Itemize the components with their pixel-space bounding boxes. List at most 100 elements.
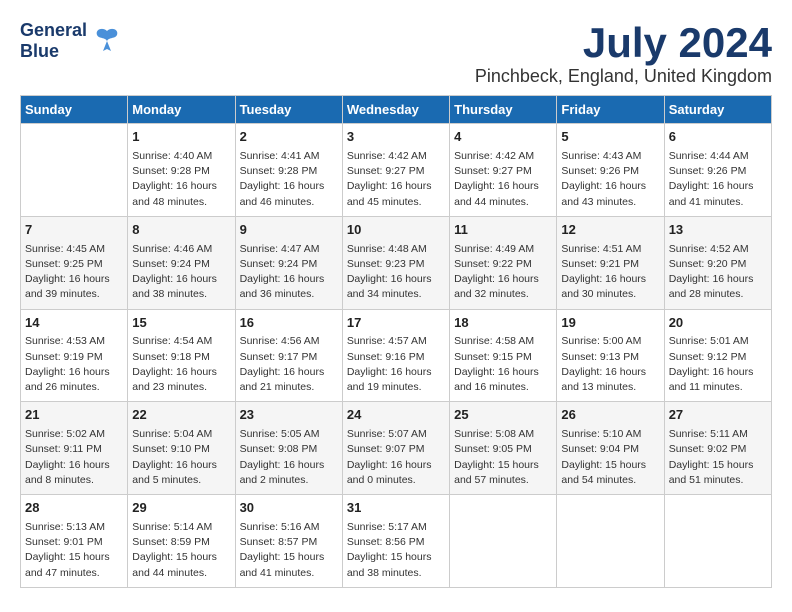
calendar-cell: 1Sunrise: 4:40 AM Sunset: 9:28 PM Daylig… xyxy=(128,124,235,217)
calendar-cell: 15Sunrise: 4:54 AM Sunset: 9:18 PM Dayli… xyxy=(128,309,235,402)
day-number: 8 xyxy=(132,221,230,240)
calendar-cell: 22 Sunrise: 5:04 AM Sunset: 9:10 PM Dayli… xyxy=(128,402,235,495)
cell-daylight-info: Sunrise: 5:07 AM Sunset: 9:07 PM Dayligh… xyxy=(347,427,445,488)
logo-bird-icon xyxy=(89,23,125,59)
day-number: 16 xyxy=(240,314,338,333)
day-number: 28 xyxy=(25,499,123,518)
calendar-cell xyxy=(450,495,557,588)
calendar-cell: 24 Sunrise: 5:07 AM Sunset: 9:07 PM Dayli… xyxy=(342,402,449,495)
day-number: 4 xyxy=(454,128,552,147)
header-cell-monday: Monday xyxy=(128,96,235,124)
cell-daylight-info: Sunrise: 5:02 AM Sunset: 9:11 PM Dayligh… xyxy=(25,427,123,488)
cell-daylight-info: Sunrise: 5:08 AM Sunset: 9:05 PM Dayligh… xyxy=(454,427,552,488)
day-number: 5 xyxy=(561,128,659,147)
cell-daylight-info: Sunrise: 5:04 AM Sunset: 9:10 PM Dayligh… xyxy=(132,427,230,488)
cell-daylight-info: Sunrise: 4:51 AM Sunset: 9:21 PM Dayligh… xyxy=(561,242,659,303)
cell-daylight-info: Sunrise: 4:40 AM Sunset: 9:28 PM Dayligh… xyxy=(132,149,230,210)
calendar-cell: 4Sunrise: 4:42 AM Sunset: 9:27 PM Daylig… xyxy=(450,124,557,217)
day-number: 3 xyxy=(347,128,445,147)
day-number: 15 xyxy=(132,314,230,333)
cell-daylight-info: Sunrise: 5:05 AM Sunset: 9:08 PM Dayligh… xyxy=(240,427,338,488)
day-number: 29 xyxy=(132,499,230,518)
calendar-cell: 6 Sunrise: 4:44 AM Sunset: 9:26 PM Daylig… xyxy=(664,124,771,217)
day-number: 31 xyxy=(347,499,445,518)
calendar-cell: 9Sunrise: 4:47 AM Sunset: 9:24 PM Daylig… xyxy=(235,216,342,309)
calendar-cell: 26 Sunrise: 5:10 AM Sunset: 9:04 PM Dayli… xyxy=(557,402,664,495)
day-number: 7 xyxy=(25,221,123,240)
calendar-cell: 25 Sunrise: 5:08 AM Sunset: 9:05 PM Dayli… xyxy=(450,402,557,495)
day-number: 25 xyxy=(454,406,552,425)
day-number: 10 xyxy=(347,221,445,240)
calendar-cell: 5 Sunrise: 4:43 AM Sunset: 9:26 PM Daylig… xyxy=(557,124,664,217)
day-number: 11 xyxy=(454,221,552,240)
calendar-cell: 21 Sunrise: 5:02 AM Sunset: 9:11 PM Dayli… xyxy=(21,402,128,495)
subtitle: Pinchbeck, England, United Kingdom xyxy=(475,66,772,87)
day-number: 20 xyxy=(669,314,767,333)
calendar-cell: 13 Sunrise: 4:52 AM Sunset: 9:20 PM Dayli… xyxy=(664,216,771,309)
day-number: 2 xyxy=(240,128,338,147)
day-number: 24 xyxy=(347,406,445,425)
calendar-cell: 17Sunrise: 4:57 AM Sunset: 9:16 PM Dayli… xyxy=(342,309,449,402)
day-number: 30 xyxy=(240,499,338,518)
calendar-cell: 14Sunrise: 4:53 AM Sunset: 9:19 PM Dayli… xyxy=(21,309,128,402)
cell-daylight-info: Sunrise: 4:42 AM Sunset: 9:27 PM Dayligh… xyxy=(347,149,445,210)
day-number: 6 xyxy=(669,128,767,147)
day-number: 19 xyxy=(561,314,659,333)
calendar-cell: 29 Sunrise: 5:14 AM Sunset: 8:59 PM Dayli… xyxy=(128,495,235,588)
cell-daylight-info: Sunrise: 5:10 AM Sunset: 9:04 PM Dayligh… xyxy=(561,427,659,488)
day-number: 13 xyxy=(669,221,767,240)
title-block: July 2024 Pinchbeck, England, United Kin… xyxy=(475,20,772,87)
day-number: 14 xyxy=(25,314,123,333)
calendar-table: SundayMondayTuesdayWednesdayThursdayFrid… xyxy=(20,95,772,588)
logo: GeneralBlue xyxy=(20,20,125,61)
calendar-cell: 8Sunrise: 4:46 AM Sunset: 9:24 PM Daylig… xyxy=(128,216,235,309)
calendar-cell: 19Sunrise: 5:00 AM Sunset: 9:13 PM Dayli… xyxy=(557,309,664,402)
calendar-cell xyxy=(664,495,771,588)
cell-daylight-info: Sunrise: 4:48 AM Sunset: 9:23 PM Dayligh… xyxy=(347,242,445,303)
cell-daylight-info: Sunrise: 4:44 AM Sunset: 9:26 PM Dayligh… xyxy=(669,149,767,210)
day-number: 23 xyxy=(240,406,338,425)
day-number: 17 xyxy=(347,314,445,333)
cell-daylight-info: Sunrise: 4:54 AM Sunset: 9:18 PM Dayligh… xyxy=(132,334,230,395)
calendar-cell xyxy=(557,495,664,588)
cell-daylight-info: Sunrise: 4:43 AM Sunset: 9:26 PM Dayligh… xyxy=(561,149,659,210)
calendar-cell: 7Sunrise: 4:45 AM Sunset: 9:25 PM Daylig… xyxy=(21,216,128,309)
header-row: SundayMondayTuesdayWednesdayThursdayFrid… xyxy=(21,96,772,124)
day-number: 27 xyxy=(669,406,767,425)
day-number: 22 xyxy=(132,406,230,425)
cell-daylight-info: Sunrise: 5:13 AM Sunset: 9:01 PM Dayligh… xyxy=(25,520,123,581)
week-row-2: 7Sunrise: 4:45 AM Sunset: 9:25 PM Daylig… xyxy=(21,216,772,309)
header: GeneralBlue July 2024 Pinchbeck, England… xyxy=(20,20,772,87)
calendar-cell: 27 Sunrise: 5:11 AM Sunset: 9:02 PM Dayli… xyxy=(664,402,771,495)
calendar-cell xyxy=(21,124,128,217)
day-number: 18 xyxy=(454,314,552,333)
header-cell-thursday: Thursday xyxy=(450,96,557,124)
cell-daylight-info: Sunrise: 4:52 AM Sunset: 9:20 PM Dayligh… xyxy=(669,242,767,303)
cell-daylight-info: Sunrise: 5:14 AM Sunset: 8:59 PM Dayligh… xyxy=(132,520,230,581)
cell-daylight-info: Sunrise: 4:41 AM Sunset: 9:28 PM Dayligh… xyxy=(240,149,338,210)
cell-daylight-info: Sunrise: 5:01 AM Sunset: 9:12 PM Dayligh… xyxy=(669,334,767,395)
cell-daylight-info: Sunrise: 4:57 AM Sunset: 9:16 PM Dayligh… xyxy=(347,334,445,395)
calendar-cell: 31 Sunrise: 5:17 AM Sunset: 8:56 PM Dayli… xyxy=(342,495,449,588)
week-row-3: 14Sunrise: 4:53 AM Sunset: 9:19 PM Dayli… xyxy=(21,309,772,402)
calendar-cell: 18Sunrise: 4:58 AM Sunset: 9:15 PM Dayli… xyxy=(450,309,557,402)
week-row-5: 28 Sunrise: 5:13 AM Sunset: 9:01 PM Dayli… xyxy=(21,495,772,588)
cell-daylight-info: Sunrise: 5:17 AM Sunset: 8:56 PM Dayligh… xyxy=(347,520,445,581)
calendar-cell: 20Sunrise: 5:01 AM Sunset: 9:12 PM Dayli… xyxy=(664,309,771,402)
header-cell-tuesday: Tuesday xyxy=(235,96,342,124)
header-cell-saturday: Saturday xyxy=(664,96,771,124)
day-number: 12 xyxy=(561,221,659,240)
calendar-cell: 12 Sunrise: 4:51 AM Sunset: 9:21 PM Dayli… xyxy=(557,216,664,309)
cell-daylight-info: Sunrise: 4:53 AM Sunset: 9:19 PM Dayligh… xyxy=(25,334,123,395)
main-title: July 2024 xyxy=(475,20,772,66)
day-number: 26 xyxy=(561,406,659,425)
header-cell-sunday: Sunday xyxy=(21,96,128,124)
week-row-1: 1Sunrise: 4:40 AM Sunset: 9:28 PM Daylig… xyxy=(21,124,772,217)
logo-text: GeneralBlue xyxy=(20,20,87,61)
calendar-cell: 30Sunrise: 5:16 AM Sunset: 8:57 PM Dayli… xyxy=(235,495,342,588)
day-number: 21 xyxy=(25,406,123,425)
week-row-4: 21 Sunrise: 5:02 AM Sunset: 9:11 PM Dayli… xyxy=(21,402,772,495)
cell-daylight-info: Sunrise: 5:11 AM Sunset: 9:02 PM Dayligh… xyxy=(669,427,767,488)
cell-daylight-info: Sunrise: 4:47 AM Sunset: 9:24 PM Dayligh… xyxy=(240,242,338,303)
calendar-cell: 23 Sunrise: 5:05 AM Sunset: 9:08 PM Dayli… xyxy=(235,402,342,495)
